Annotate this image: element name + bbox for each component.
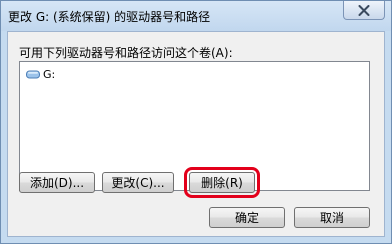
add-button[interactable]: 添加(D)... xyxy=(19,172,95,193)
cancel-button[interactable]: 取消 xyxy=(294,207,370,228)
dialog-window: 更改 G: (系统保留) 的驱动器号和路径 可用下列驱动器号和路径访问这个卷(A… xyxy=(0,0,392,244)
window-title: 更改 G: (系统保留) 的驱动器号和路径 xyxy=(8,10,211,24)
close-icon xyxy=(358,4,370,16)
title-bar[interactable]: 更改 G: (系统保留) 的驱动器号和路径 xyxy=(1,1,391,31)
list-item[interactable]: G: xyxy=(26,67,55,81)
close-button[interactable] xyxy=(343,1,385,20)
drive-icon xyxy=(26,70,40,79)
dialog-content: 可用下列驱动器号和路径访问这个卷(A): G: 添加(D)... 更改(C)..… xyxy=(7,31,385,237)
list-prompt-label: 可用下列驱动器号和路径访问这个卷(A): xyxy=(19,46,233,60)
remove-button[interactable]: 删除(R) xyxy=(184,167,260,198)
change-button[interactable]: 更改(C)... xyxy=(102,172,174,193)
ok-button[interactable]: 确定 xyxy=(209,207,285,228)
list-item-label: G: xyxy=(43,67,56,81)
